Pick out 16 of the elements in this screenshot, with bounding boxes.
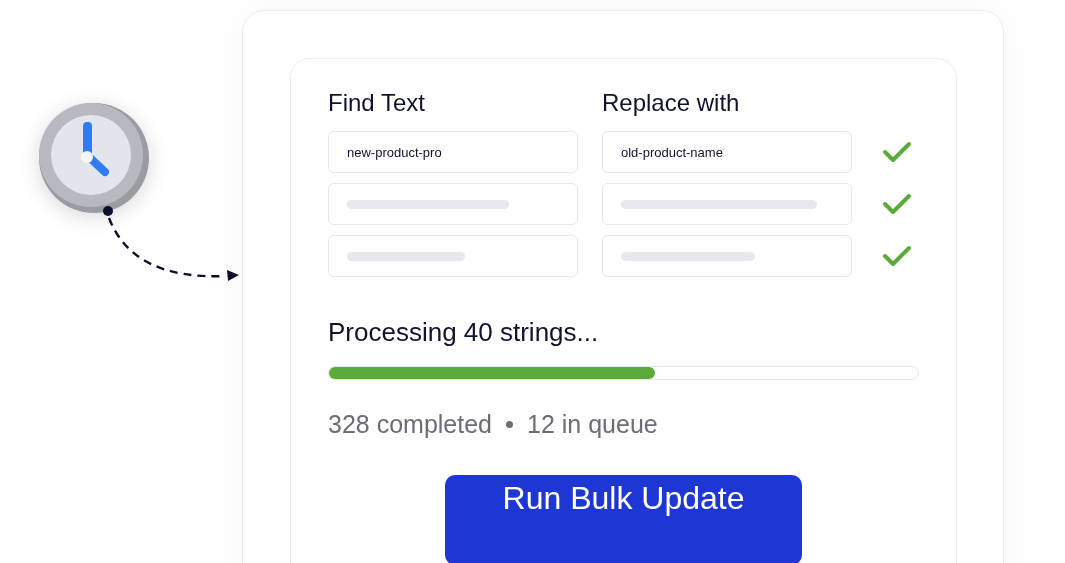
field-value: new-product-pro bbox=[347, 144, 442, 160]
run-bulk-update-button[interactable]: Run Bulk Update bbox=[445, 475, 802, 563]
queue-count: 12 in queue bbox=[527, 410, 658, 439]
find-input-field[interactable] bbox=[328, 235, 578, 277]
find-input-field[interactable]: new-product-pro bbox=[328, 131, 578, 173]
find-input-field[interactable] bbox=[328, 183, 578, 225]
replace-input-field[interactable] bbox=[602, 235, 852, 277]
progress-title: Processing 40 strings... bbox=[328, 317, 600, 348]
completed-count: 328 completed bbox=[328, 410, 492, 439]
replace-input-field[interactable] bbox=[602, 183, 852, 225]
replace-input-field[interactable]: old-product-name bbox=[602, 131, 852, 173]
field-value: old-product-name bbox=[621, 144, 723, 160]
find-text-label: Find Text bbox=[328, 89, 426, 117]
replace-with-label: Replace with bbox=[602, 89, 741, 117]
clock-icon bbox=[36, 100, 152, 216]
separator-dot bbox=[506, 421, 513, 428]
